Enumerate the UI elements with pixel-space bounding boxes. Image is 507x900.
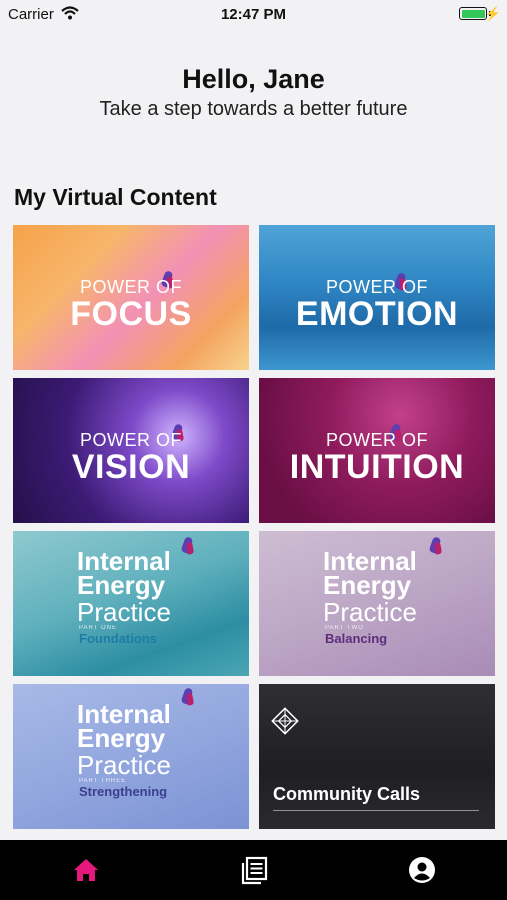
home-icon[interactable] bbox=[70, 854, 102, 886]
card-title-line-3: Practice bbox=[77, 750, 171, 780]
card-community-calls[interactable]: Community Calls bbox=[259, 684, 495, 829]
tab-bar bbox=[0, 840, 507, 900]
card-power-of-focus[interactable]: POWER OF FOCUS bbox=[13, 225, 249, 370]
card-label-large: VISION bbox=[71, 448, 191, 486]
status-bar: Carrier 12:47 PM ⚡ bbox=[0, 0, 507, 28]
card-power-of-emotion[interactable]: POWER OF EMOTION bbox=[259, 225, 495, 370]
library-icon[interactable] bbox=[238, 854, 270, 886]
card-iep-balancing[interactable]: Internal Energy Practice PART TWO Balanc… bbox=[259, 531, 495, 676]
card-title-line-2: Energy bbox=[77, 570, 166, 600]
card-subtitle: Strengthening bbox=[79, 784, 168, 799]
card-title-line-2: Energy bbox=[77, 723, 166, 753]
greeting-tagline: Take a step towards a better future bbox=[99, 98, 408, 120]
card-label-large: EMOTION bbox=[295, 295, 459, 333]
brand-mark-icon bbox=[180, 536, 194, 554]
brand-mark-icon bbox=[180, 687, 194, 705]
card-subtitle: Foundations bbox=[79, 631, 157, 646]
section-title: My Virtual Content bbox=[14, 184, 217, 210]
card-title-line-2: Energy bbox=[323, 570, 412, 600]
card-power-of-vision[interactable]: POWER OF VISION bbox=[13, 378, 249, 523]
card-label-large: INTUITION bbox=[289, 448, 465, 486]
battery-icon bbox=[459, 7, 487, 20]
card-label-large: FOCUS bbox=[70, 295, 192, 333]
card-iep-foundations[interactable]: Internal Energy Practice PART ONE Founda… bbox=[13, 531, 249, 676]
profile-icon[interactable] bbox=[406, 854, 438, 886]
card-divider bbox=[273, 810, 479, 811]
card-power-of-intuition[interactable]: POWER OF INTUITION bbox=[259, 378, 495, 523]
brand-mark-icon bbox=[428, 536, 442, 554]
clock: 12:47 PM bbox=[220, 6, 287, 23]
greeting-title: Hello, Jane bbox=[182, 64, 325, 94]
card-title-line-3: Practice bbox=[323, 597, 417, 627]
card-iep-strengthening[interactable]: Internal Energy Practice PART THREE Stre… bbox=[13, 684, 249, 829]
community-logo-icon bbox=[271, 707, 299, 735]
card-title: Community Calls bbox=[273, 784, 421, 804]
charging-icon: ⚡ bbox=[484, 6, 501, 21]
card-title-line-3: Practice bbox=[77, 597, 171, 627]
content-grid: POWER OF FOCUS POWER OF EMOTION POWER OF… bbox=[13, 225, 495, 829]
card-subtitle: Balancing bbox=[325, 631, 388, 646]
